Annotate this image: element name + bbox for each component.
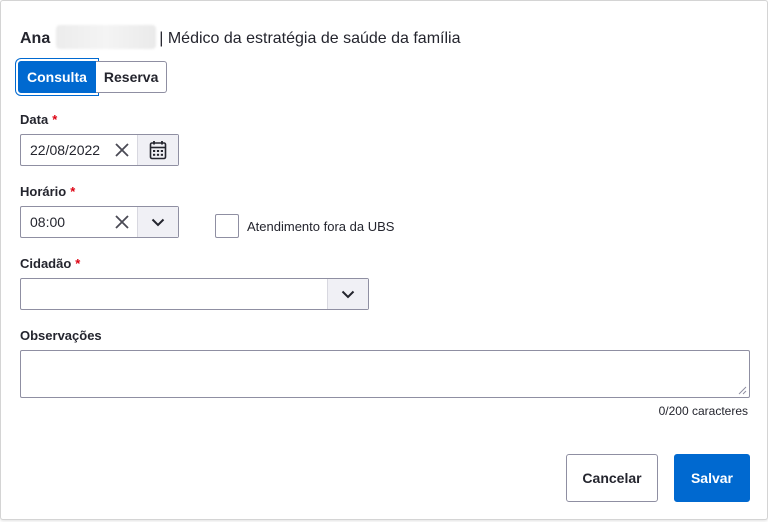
time-select[interactable]: 08:00	[20, 206, 179, 238]
resize-grip-icon[interactable]	[738, 386, 747, 395]
close-icon[interactable]	[109, 207, 135, 237]
citizen-label: Cidadão *	[20, 256, 80, 272]
required-mark: *	[52, 112, 58, 127]
time-label-text: Horário	[20, 184, 67, 199]
header-separator: |	[159, 30, 164, 47]
appointment-dialog: Ana | Médico da estratégia de saúde da fa…	[0, 0, 768, 520]
notes-label: Observações	[20, 328, 102, 343]
notes-char-counter: 0/200 caracteres	[658, 404, 748, 418]
outside-ubs-checkbox[interactable]	[215, 214, 239, 238]
date-field[interactable]: 22/08/2022	[20, 134, 179, 166]
close-icon[interactable]	[109, 135, 135, 165]
required-mark: *	[75, 256, 81, 271]
date-value: 22/08/2022	[30, 142, 101, 158]
professional-first-name: Ana	[20, 30, 51, 47]
outside-ubs-label: Atendimento fora da UBS	[247, 219, 395, 234]
calendar-icon[interactable]	[137, 135, 178, 165]
tab-consulta[interactable]: Consulta	[18, 61, 96, 93]
required-mark: *	[70, 184, 76, 199]
chevron-down-icon[interactable]	[327, 279, 368, 309]
time-value: 08:00	[30, 214, 66, 230]
notes-textarea[interactable]	[20, 350, 750, 398]
redacted-name	[56, 25, 157, 49]
cancel-button[interactable]: Cancelar	[566, 454, 658, 502]
citizen-select[interactable]	[20, 278, 369, 310]
professional-header: Ana | Médico da estratégia de saúde da fa…	[20, 25, 460, 49]
save-button[interactable]: Salvar	[674, 454, 750, 502]
date-label: Data *	[20, 112, 57, 128]
appointment-type-tabs: Consulta Reserva	[18, 61, 168, 93]
citizen-label-text: Cidadão	[20, 256, 72, 271]
date-label-text: Data	[20, 112, 49, 127]
time-label: Horário *	[20, 184, 75, 200]
tab-reserva[interactable]: Reserva	[95, 61, 168, 93]
professional-role: Médico da estratégia de saúde da família	[167, 30, 461, 47]
chevron-down-icon[interactable]	[137, 207, 178, 237]
